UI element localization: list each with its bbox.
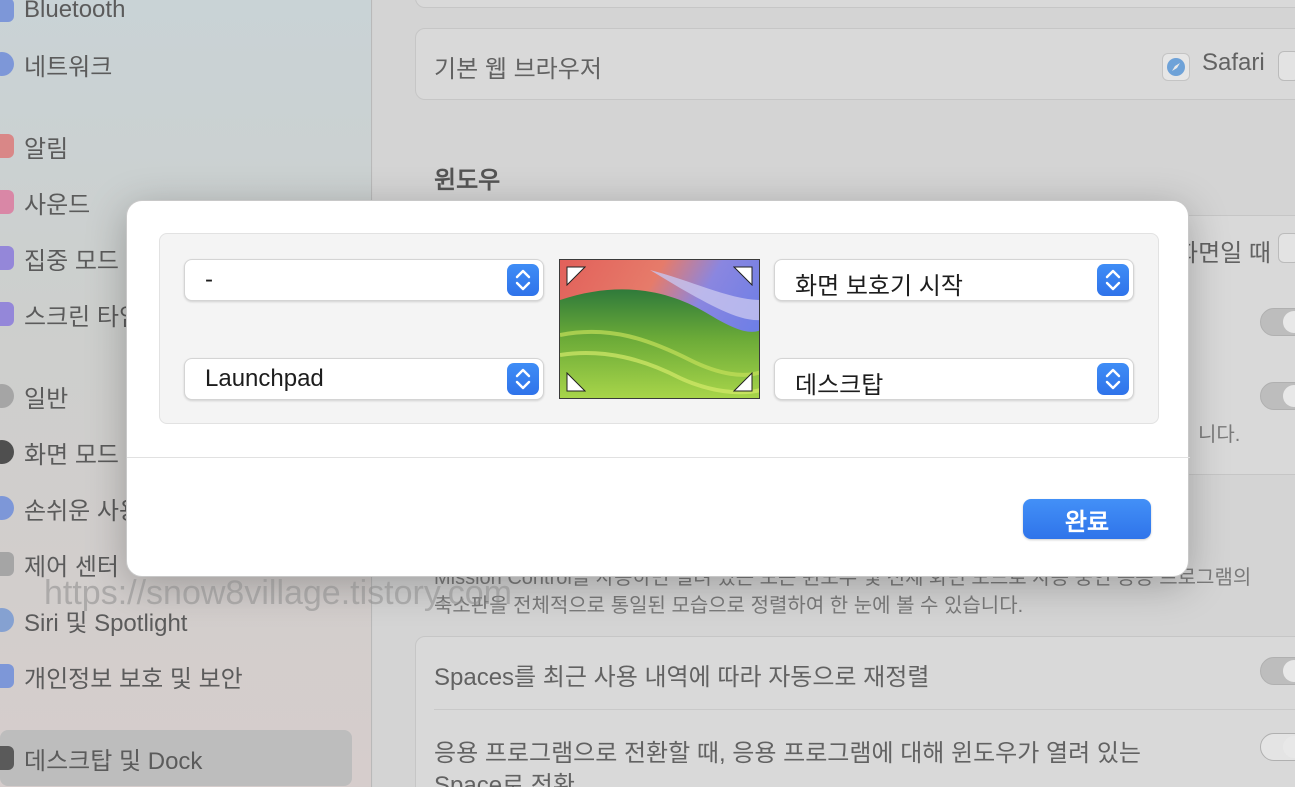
wallpaper-preview (559, 259, 760, 399)
chevron-up-down-icon (1097, 264, 1129, 296)
sidebar-item-label: 데스크탑 및 Dock (24, 747, 203, 775)
top-left-corner-popup[interactable]: - (184, 259, 544, 301)
siri-icon (0, 608, 14, 632)
sidebar-item-label: 손쉬운 사용 (24, 497, 142, 525)
switch-space-toggle[interactable] (1260, 733, 1295, 761)
hand-icon (0, 664, 14, 688)
windows-toggle-1[interactable] (1260, 308, 1295, 336)
chevron-up-down-icon (507, 264, 539, 296)
windows-desc-partial: 니다. (1198, 424, 1241, 446)
watermark-text: https://snow8village.tistory.com (44, 574, 512, 612)
hot-corners-panel: - Launchpad 화면 보호기 시작 데스크탑 (159, 233, 1159, 424)
control-center-icon (0, 552, 14, 576)
default-browser-row: 기본 웹 브라우저 Safari (415, 28, 1295, 100)
top-left-corner-value: - (205, 266, 213, 293)
windows-row-value-partial[interactable]: 화면일 때 (1176, 233, 1271, 268)
sidebar-item-label: 일반 (24, 385, 69, 413)
sidebar-item-label: Bluetooth (24, 0, 126, 23)
done-button[interactable]: 완료 (1023, 499, 1151, 539)
top-right-corner-value: 화면 보호기 시작 (795, 273, 963, 300)
bottom-right-corner-popup[interactable]: 데스크탑 (774, 358, 1134, 400)
sheet-divider (127, 457, 1190, 458)
mission-control-card: Spaces를 최근 사용 내역에 따라 자동으로 재정렬 응용 프로그램으로 … (415, 636, 1295, 787)
browser-popup-arrows[interactable] (1278, 51, 1295, 81)
bottom-right-corner-icon[interactable] (733, 372, 753, 392)
windows-section-title: 윈도우 (434, 167, 501, 194)
mission-control-desc-line-2: 축소판을 전체적으로 통일된 모습으로 정렬하여 한 눈에 볼 수 있습니다. (434, 595, 1024, 617)
sidebar-item-label: 개인정보 보호 및 보안 (24, 665, 243, 693)
sidebar-item-label: 사운드 (24, 191, 91, 219)
chevron-up-down-icon (1097, 363, 1129, 395)
spaces-rearrange-label: Spaces를 최근 사용 내역에 따라 자동으로 재정렬 (434, 664, 930, 691)
sidebar-item-label: 알림 (24, 135, 69, 163)
chevron-up-down-icon (507, 363, 539, 395)
globe-icon (0, 52, 14, 76)
top-right-corner-popup[interactable]: 화면 보호기 시작 (774, 259, 1134, 301)
hourglass-icon (0, 302, 14, 326)
top-right-corner-icon[interactable] (733, 266, 753, 286)
wallpaper-image (560, 260, 759, 398)
row-divider (434, 709, 1295, 710)
hot-corners-sheet: - Launchpad 화면 보호기 시작 데스크탑 완료 (126, 200, 1190, 577)
bottom-left-corner-icon[interactable] (566, 372, 586, 392)
default-browser-label: 기본 웹 브라우저 (434, 56, 602, 83)
appearance-icon (0, 440, 14, 464)
card-top-partial (415, 0, 1295, 8)
gear-icon (0, 384, 14, 408)
switch-space-label-line-2: Space로 전환 (434, 772, 575, 787)
default-browser-value[interactable]: Safari (1202, 49, 1265, 77)
sidebar-item-label: 스크린 타임 (24, 303, 142, 331)
bluetooth-icon (0, 0, 14, 22)
sidebar-item-desktop-dock[interactable]: 데스크탑 및 Dock (0, 730, 352, 786)
safari-icon (1162, 53, 1190, 81)
switch-space-label-line-1: 응용 프로그램으로 전환할 때, 응용 프로그램에 대해 윈도우가 열려 있는 (434, 740, 1141, 767)
moon-icon (0, 246, 14, 270)
bell-icon (0, 134, 14, 158)
dock-icon (0, 746, 14, 770)
speaker-icon (0, 190, 14, 214)
sidebar-item-label: 집중 모드 (24, 247, 119, 275)
spaces-rearrange-toggle[interactable] (1260, 657, 1295, 685)
windows-popup-arrows[interactable] (1278, 233, 1295, 263)
sidebar-item-label: 네트워크 (24, 53, 113, 81)
windows-toggle-2[interactable] (1260, 382, 1295, 410)
bottom-left-corner-value: Launchpad (205, 365, 324, 392)
sidebar-item-label: 화면 모드 (24, 441, 119, 469)
accessibility-icon (0, 496, 14, 520)
top-left-corner-icon[interactable] (566, 266, 586, 286)
bottom-left-corner-popup[interactable]: Launchpad (184, 358, 544, 400)
bottom-right-corner-value: 데스크탑 (795, 372, 884, 399)
